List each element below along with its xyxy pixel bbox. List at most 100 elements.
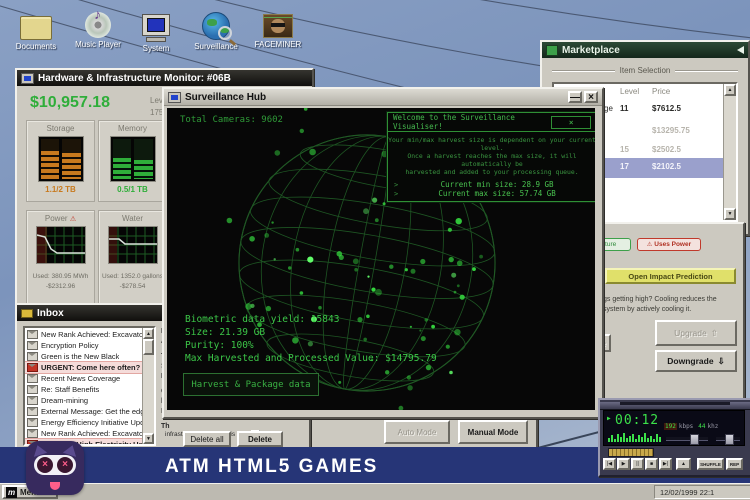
- taskbar-clock[interactable]: 12/02/1999 22:1: [654, 485, 750, 499]
- scroll-up-button[interactable]: ▲: [724, 84, 736, 96]
- inbox-item-label: New Rank Achieved: Excavato...: [41, 429, 143, 438]
- inbox-item[interactable]: Green is the New Black: [25, 351, 143, 362]
- camera-dot: [407, 385, 412, 390]
- marketplace-icon: [546, 45, 558, 56]
- inbox-item[interactable]: Energy Efficiency Initiative Upd...: [25, 417, 143, 428]
- inbox-scroll-down[interactable]: ▼: [143, 433, 154, 444]
- delete-button[interactable]: Delete: [237, 431, 283, 447]
- time-display: 00:12: [615, 413, 659, 428]
- camera-dot: [375, 218, 379, 222]
- dialog-title: Welcome to the Surveillance Visualiser!: [393, 113, 551, 131]
- inbox-item[interactable]: URGENT: Come here often?: [25, 362, 143, 373]
- harvest-package-button[interactable]: Harvest & Package data: [183, 373, 319, 396]
- camera-dot: [245, 303, 252, 310]
- memory-label: Memory: [99, 124, 166, 133]
- downgrade-button[interactable]: Downgrade⇩: [655, 350, 737, 372]
- inbox-scroll-up[interactable]: ▲: [143, 328, 154, 339]
- globe-magnifier-icon: [202, 12, 230, 40]
- list-scrollbar[interactable]: ▲ ▼: [723, 84, 736, 220]
- upgrade-button[interactable]: Upgrade⇧: [655, 320, 737, 346]
- camera-dot: [300, 291, 304, 295]
- inbox-item[interactable]: Dream-mining: [25, 395, 143, 406]
- harvest-stat-line: Biometric data yield: 15843: [185, 313, 437, 326]
- item-level: 11: [620, 104, 628, 113]
- inbox-item[interactable]: Re: Staff Benefits: [25, 384, 143, 395]
- play-indicator: ▶: [607, 415, 611, 422]
- scroll-down-button[interactable]: ▼: [724, 208, 736, 220]
- monitor-icon: [168, 92, 181, 103]
- item-level: 15: [620, 145, 629, 154]
- monitor-icon: [21, 73, 34, 84]
- camera-dot: [367, 276, 369, 278]
- eject-button[interactable]: ▲: [676, 458, 691, 470]
- minimize-button[interactable]: —: [568, 91, 582, 103]
- memory-value: 0.5/1 TB: [99, 185, 166, 194]
- desktop-icon-documents[interactable]: Documents: [8, 16, 64, 51]
- inbox-item[interactable]: New Rank Achieved: Excavato...: [25, 428, 143, 439]
- manual-mode-button[interactable]: Manual Mode: [458, 420, 528, 444]
- camera-dot: [454, 291, 457, 294]
- open-impact-prediction-button[interactable]: Open Impact Prediction: [605, 268, 736, 284]
- auto-mode-button[interactable]: Auto Mode: [384, 420, 450, 444]
- camera-dot: [449, 257, 454, 262]
- surveillance-viewport: Total Cameras: 9602 Welcome to the Surve…: [167, 108, 595, 410]
- desktop: Documents ♪ Music Player System Surveill…: [0, 0, 750, 500]
- desktop-icon-surveillance[interactable]: Surveillance: [188, 12, 244, 51]
- camera-dot: [264, 233, 269, 238]
- inbox-item-label: Re: Staff Benefits: [41, 385, 99, 394]
- player-titlebar[interactable]: [600, 402, 750, 410]
- inbox-item-label: Green is the New Black: [41, 352, 119, 361]
- camera-dot: [354, 268, 358, 272]
- volume-slider[interactable]: [666, 437, 708, 441]
- camera-dot: [446, 345, 450, 349]
- cooling-description-line1: gs getting high? Cooling reduces the: [603, 296, 741, 303]
- balance-slider[interactable]: [716, 437, 740, 441]
- inbox-item[interactable]: Encryption Policy: [25, 340, 143, 351]
- dialog-close-button[interactable]: ×: [551, 116, 591, 129]
- play-button[interactable]: ▶: [617, 458, 630, 470]
- item-selection-label: Item Selection: [620, 66, 671, 75]
- delete-all-button[interactable]: Delete all: [183, 431, 231, 447]
- downgrade-icon: ⇩: [718, 356, 725, 367]
- upgrade-icon: ⇧: [711, 328, 718, 339]
- item-price: $2102.5: [652, 162, 681, 171]
- desktop-icon-system[interactable]: System: [128, 14, 184, 53]
- harvest-stat-line: Purity: 100%: [185, 339, 437, 352]
- repeat-button[interactable]: REP: [726, 458, 743, 470]
- camera-dot: [407, 375, 411, 379]
- surveillance-titlebar[interactable]: Surveillance Hub — ×: [164, 89, 602, 106]
- music-player-window: ▶ 00:12 1. TEKTIDER - WORKLIFE (3:4 192 …: [598, 398, 750, 477]
- pause-button[interactable]: ||: [631, 458, 644, 470]
- sound-icon[interactable]: [737, 46, 744, 54]
- spectrum-analyzer: [608, 430, 661, 442]
- hardware-monitor-titlebar[interactable]: Hardware & Infrastructure Monitor: #06B: [17, 70, 312, 86]
- inbox-scroll-thumb[interactable]: [143, 339, 154, 355]
- power-warning-icon: ⚠: [70, 216, 76, 223]
- desktop-icon-faceminer[interactable]: FACEMINER: [250, 14, 306, 49]
- previous-button[interactable]: |◀: [603, 458, 616, 470]
- surveillance-title: Surveillance Hub: [185, 92, 266, 103]
- inbox-envelope-icon: [21, 309, 33, 318]
- cooling-panel-window: Temperature ⚠ Uses Power Open Impact Pre…: [597, 222, 745, 402]
- marketplace-titlebar[interactable]: Marketplace: [542, 42, 748, 58]
- inbox-item[interactable]: New Rank Achieved: Excavato...: [25, 329, 143, 340]
- dialog-line3: harvested and added to your processing q…: [388, 168, 595, 176]
- faceminer-icon: [263, 14, 293, 38]
- envelope-icon: [27, 418, 38, 427]
- camera-dot: [274, 258, 276, 260]
- inbox-item[interactable]: External Message: Get the edge...: [25, 406, 143, 417]
- shuffle-button[interactable]: SHUFFLE: [697, 458, 724, 470]
- watermark-logo: × ×: [26, 441, 84, 495]
- inbox-item-label: URGENT: Come here often?: [41, 363, 140, 372]
- stop-button[interactable]: ■: [645, 458, 658, 470]
- next-button[interactable]: ▶|: [659, 458, 672, 470]
- seek-bar[interactable]: [608, 448, 654, 457]
- inbox-item[interactable]: Recent News Coverage: [25, 373, 143, 384]
- inbox-title: Inbox: [37, 308, 64, 319]
- camera-dot: [353, 258, 359, 264]
- close-button[interactable]: ×: [584, 91, 598, 103]
- power-cost: -$2312.96: [27, 283, 94, 290]
- camera-dot: [449, 371, 453, 375]
- desktop-icon-music-player[interactable]: ♪ Music Player: [70, 12, 126, 49]
- inbox-scrollbar[interactable]: ▲ ▼: [142, 328, 154, 444]
